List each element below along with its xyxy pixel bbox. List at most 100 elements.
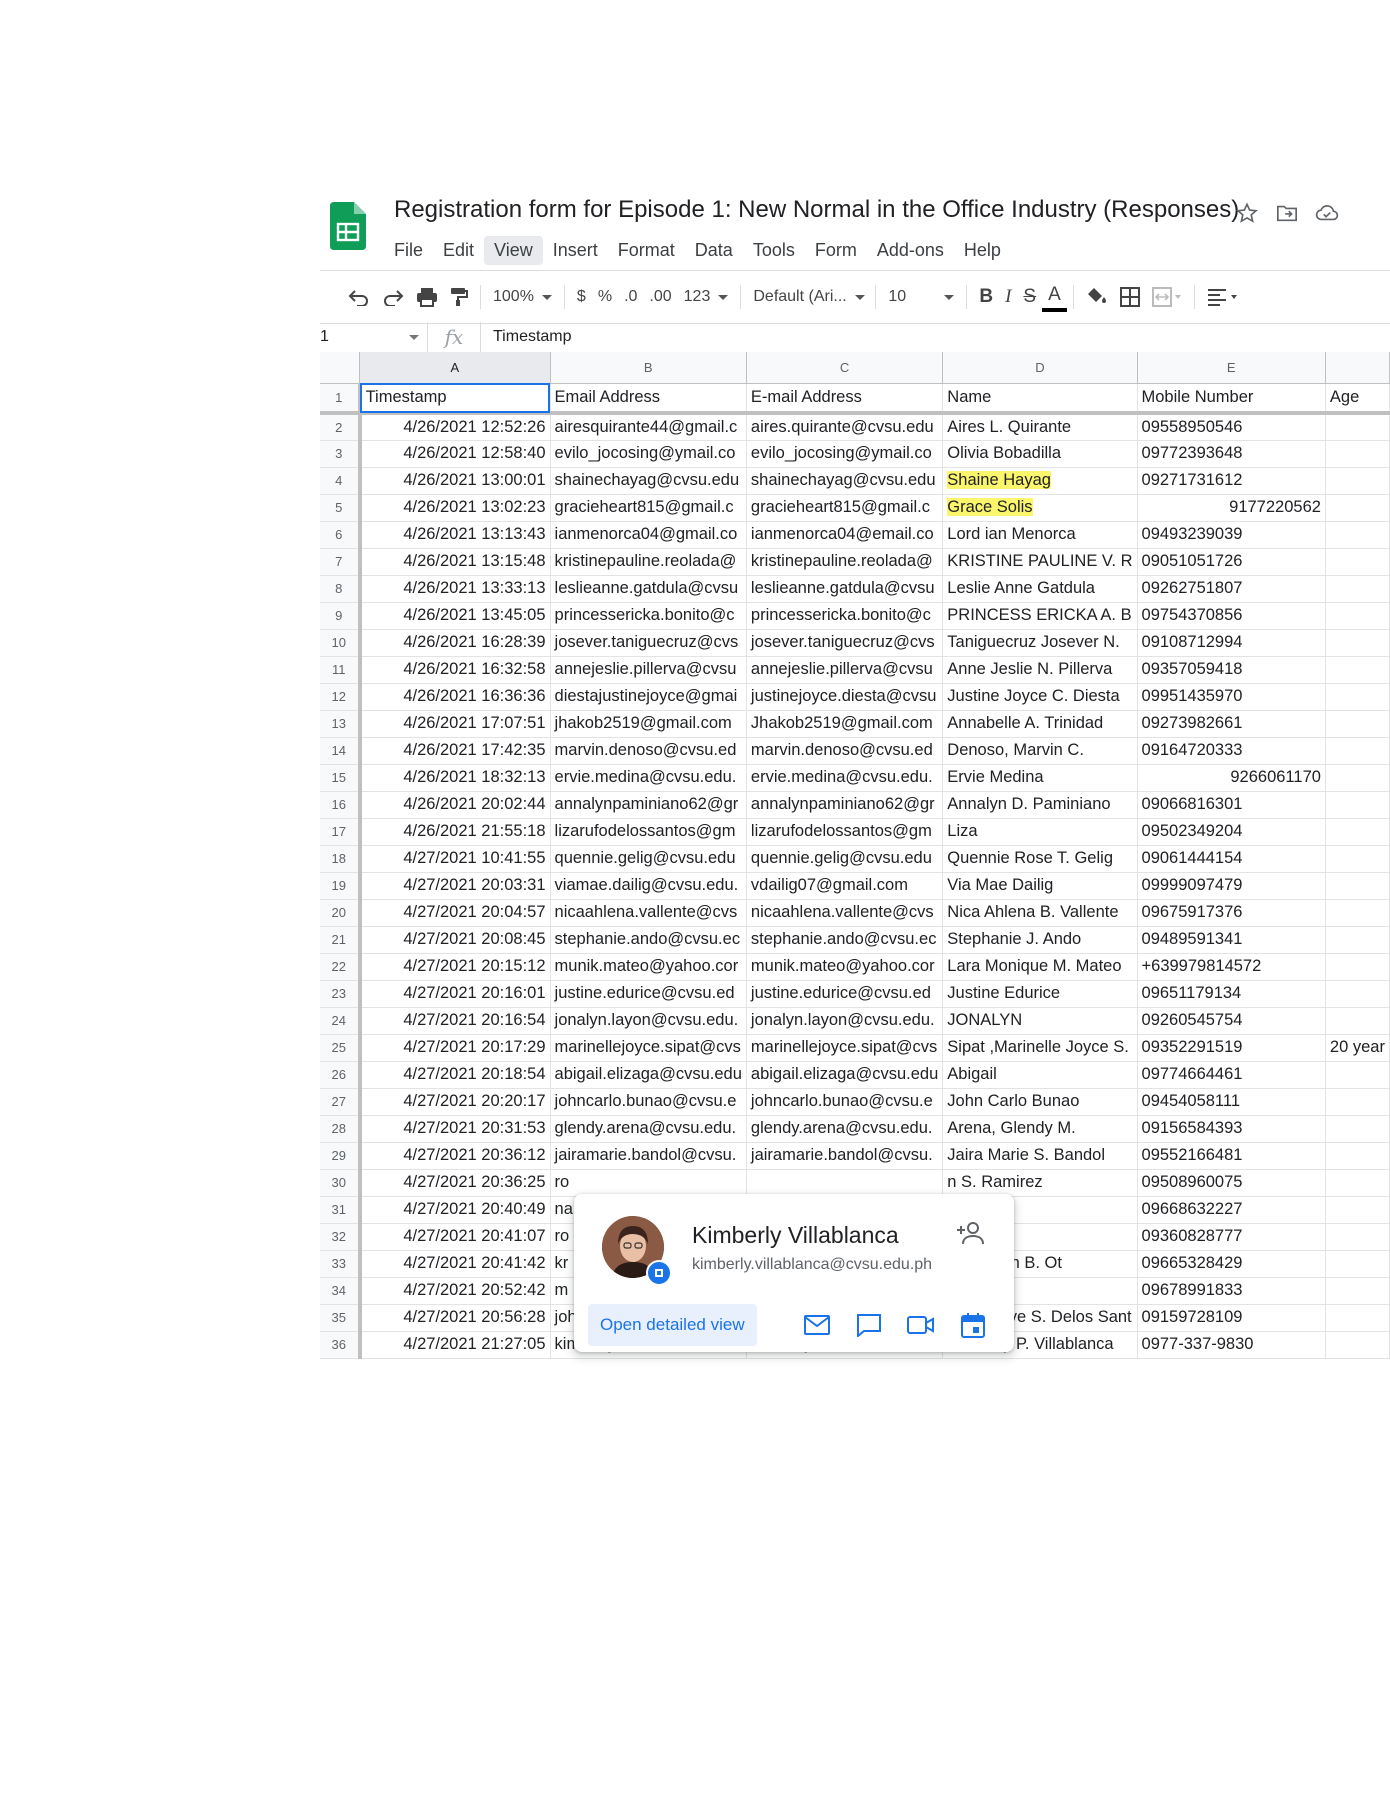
cell[interactable]: Annalyn D. Paminiano (942, 791, 1138, 819)
cell[interactable]: 09262751807 (1137, 575, 1326, 603)
cell[interactable] (1325, 737, 1390, 765)
cell[interactable]: Jaira Marie S. Bandol (942, 1142, 1138, 1170)
cell[interactable]: 09558950546 (1137, 413, 1326, 441)
select-all-corner[interactable] (320, 352, 361, 384)
cell[interactable]: Quennie Rose T. Gelig (942, 845, 1138, 873)
cell[interactable]: 4/27/2021 20:31:53 (359, 1115, 551, 1143)
cell[interactable] (1325, 521, 1390, 549)
cell[interactable]: 09999097479 (1137, 872, 1326, 900)
menu-tools[interactable]: Tools (743, 236, 805, 265)
cell[interactable]: Annabelle A. Trinidad (942, 710, 1138, 738)
cell[interactable]: Ervie Medina (942, 764, 1138, 792)
row-number[interactable]: 18 (320, 845, 362, 873)
cell[interactable]: 4/27/2021 20:36:25 (359, 1169, 551, 1197)
cell[interactable]: 09260545754 (1137, 1007, 1326, 1035)
cell[interactable]: 09066816301 (1137, 791, 1326, 819)
cell[interactable]: lizarufodelossantos@gm (550, 818, 747, 846)
row-number[interactable]: 34 (320, 1277, 362, 1305)
row-number[interactable]: 3 (320, 440, 362, 468)
strikethrough-button[interactable]: S (1017, 281, 1042, 313)
cell[interactable]: Shaine Hayag (942, 467, 1138, 495)
percent-format-button[interactable]: % (592, 281, 618, 313)
column-header-a[interactable]: A (359, 352, 551, 384)
row-number[interactable]: 5 (320, 494, 362, 522)
cell[interactable] (1325, 1331, 1390, 1359)
cell[interactable]: abigail.elizaga@cvsu.edu (746, 1061, 944, 1089)
row-number[interactable]: 4 (320, 467, 362, 495)
cloud-status-icon[interactable] (1314, 200, 1340, 226)
cell[interactable] (1325, 1277, 1390, 1305)
cell[interactable]: leslieanne.gatdula@cvsu (550, 575, 747, 603)
open-detailed-view-button[interactable]: Open detailed view (588, 1304, 757, 1346)
cell[interactable]: 09665328429 (1137, 1250, 1326, 1278)
cell[interactable]: John Carlo Bunao (942, 1088, 1138, 1116)
cell[interactable]: nicaahlena.vallente@cvs (746, 899, 944, 927)
cell[interactable]: Mobile Number (1137, 383, 1326, 415)
cell[interactable]: justine.edurice@cvsu.ed (746, 980, 944, 1008)
column-header-e[interactable]: E (1137, 352, 1326, 384)
menu-help[interactable]: Help (954, 236, 1011, 265)
undo-icon[interactable] (342, 281, 376, 313)
redo-icon[interactable] (376, 281, 410, 313)
cell[interactable]: 4/27/2021 20:36:12 (359, 1142, 551, 1170)
cell[interactable] (1325, 953, 1390, 981)
column-header-c[interactable]: C (746, 352, 944, 384)
cell[interactable] (1325, 1304, 1390, 1332)
row-number[interactable]: 15 (320, 764, 362, 792)
cell[interactable]: marvin.denoso@cvsu.ed (746, 737, 944, 765)
cell[interactable]: 09051051726 (1137, 548, 1326, 576)
cell[interactable]: 4/26/2021 17:42:35 (359, 737, 551, 765)
cell[interactable]: 4/26/2021 18:32:13 (359, 764, 551, 792)
name-box[interactable]: 1 (320, 322, 428, 352)
menu-format[interactable]: Format (608, 236, 685, 265)
cell[interactable]: Taniguecruz Josever N. (942, 629, 1138, 657)
cell[interactable]: 4/27/2021 20:04:57 (359, 899, 551, 927)
cell[interactable]: n S. Ramirez (942, 1169, 1138, 1197)
row-number[interactable]: 10 (320, 629, 362, 657)
cell[interactable]: justine.edurice@cvsu.ed (550, 980, 747, 1008)
cell[interactable]: vdailig07@gmail.com (746, 872, 944, 900)
row-number[interactable]: 19 (320, 872, 362, 900)
cell[interactable]: 4/26/2021 12:58:40 (359, 440, 551, 468)
cell[interactable]: 09772393648 (1137, 440, 1326, 468)
cell[interactable] (1325, 710, 1390, 738)
cell[interactable]: Via Mae Dailig (942, 872, 1138, 900)
row-number[interactable]: 7 (320, 548, 362, 576)
cell[interactable]: 09508960075 (1137, 1169, 1326, 1197)
cell[interactable]: marinellejoyce.sipat@cvs (746, 1034, 944, 1062)
cell[interactable]: 4/27/2021 20:41:07 (359, 1223, 551, 1251)
menu-file[interactable]: File (384, 236, 433, 265)
cell[interactable]: 09454058111 (1137, 1088, 1326, 1116)
cell[interactable]: ianmenorca04@gmail.co (550, 521, 747, 549)
cell[interactable]: ro (550, 1169, 747, 1197)
cell[interactable]: 09668632227 (1137, 1196, 1326, 1224)
cell[interactable]: 09552166481 (1137, 1142, 1326, 1170)
cell[interactable]: jonalyn.layon@cvsu.edu. (746, 1007, 944, 1035)
cell[interactable]: Lara Monique M. Mateo (942, 953, 1138, 981)
calendar-icon[interactable] (958, 1310, 988, 1340)
cell[interactable]: shainechayag@cvsu.edu (550, 467, 747, 495)
cell[interactable]: Aires L. Quirante (942, 413, 1138, 441)
cell[interactable]: Abigail (942, 1061, 1138, 1089)
cell[interactable]: abigail.elizaga@cvsu.edu (550, 1061, 747, 1089)
cell[interactable]: kristinepauline.reolada@ (746, 548, 944, 576)
chat-icon[interactable] (854, 1310, 884, 1340)
cell[interactable]: 9177220562 (1137, 494, 1326, 522)
cell[interactable]: stephanie.ando@cvsu.ec (550, 926, 747, 954)
cell[interactable]: johncarlo.bunao@cvsu.e (550, 1088, 747, 1116)
cell[interactable] (1325, 926, 1390, 954)
cell[interactable]: jairamarie.bandol@cvsu. (746, 1142, 944, 1170)
cell[interactable]: josever.taniguecruz@cvs (550, 629, 747, 657)
cell[interactable]: 09675917376 (1137, 899, 1326, 927)
cell[interactable]: 4/26/2021 16:36:36 (359, 683, 551, 711)
cell[interactable]: Leslie Anne Gatdula (942, 575, 1138, 603)
text-color-button[interactable]: A (1042, 282, 1067, 312)
cell[interactable] (1325, 791, 1390, 819)
cell[interactable]: marvin.denoso@cvsu.ed (550, 737, 747, 765)
cell[interactable] (746, 1169, 944, 1197)
cell[interactable]: 4/26/2021 13:15:48 (359, 548, 551, 576)
cell[interactable] (1325, 980, 1390, 1008)
cell[interactable]: Anne Jeslie N. Pillerva (942, 656, 1138, 684)
cell[interactable]: PRINCESS ERICKA A. B (942, 602, 1138, 630)
cell[interactable] (1325, 872, 1390, 900)
